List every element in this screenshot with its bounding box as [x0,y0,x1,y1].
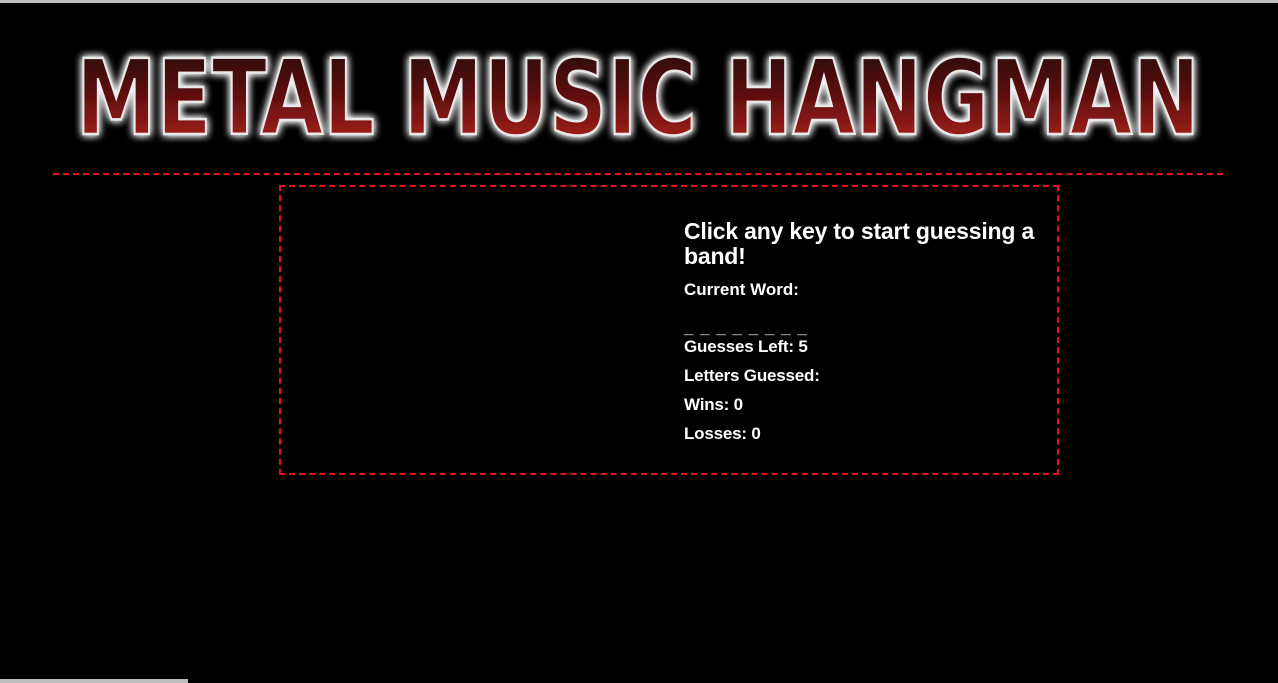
current-word-label: Current Word: [684,280,799,299]
window-top-edge [0,0,1278,3]
header-divider [53,173,1223,175]
game-info: Click any key to start guessing a band! … [684,219,1039,444]
scrollbar-thumb[interactable] [0,679,188,683]
current-word-value: _ _ _ _ _ _ _ _ [684,318,808,337]
logo-text: METAL MUSIC HANGMAN [76,37,1200,159]
current-word-section: Current Word: _ _ _ _ _ _ _ _ [684,280,1039,337]
guesses-left: Guesses Left: 5 [684,337,1039,357]
letters-guessed-label: Letters Guessed: [684,366,820,385]
wins-value: 0 [733,395,743,414]
site-logo: METAL MUSIC HANGMAN [66,34,1210,160]
wins-label: Wins: [684,395,730,414]
losses: Losses: 0 [684,424,1039,444]
wins: Wins: 0 [684,395,1039,415]
start-prompt: Click any key to start guessing a band! [684,218,1035,269]
logo-graphic: METAL MUSIC HANGMAN [75,36,1202,160]
losses-label: Losses: [684,424,747,443]
losses-value: 0 [751,424,761,443]
guesses-left-value: 5 [798,337,808,356]
letters-guessed: Letters Guessed: [684,366,1039,386]
guesses-left-label: Guesses Left: [684,337,794,356]
